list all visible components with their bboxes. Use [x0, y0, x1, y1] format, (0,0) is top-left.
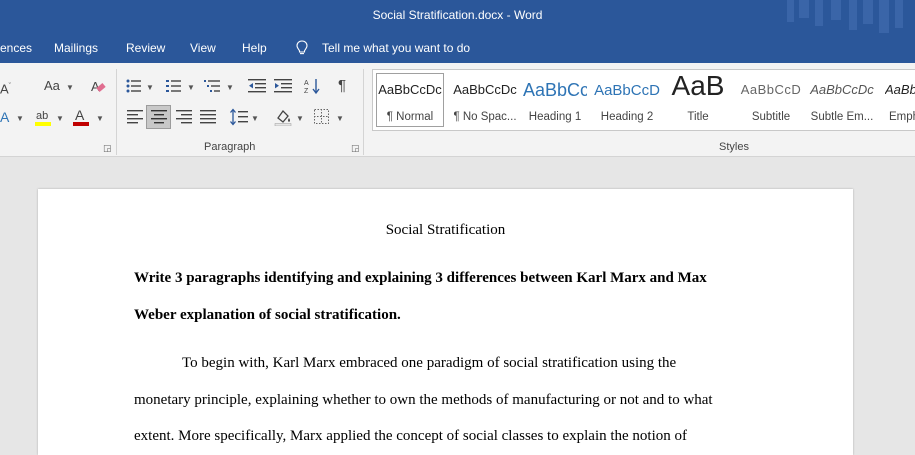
chevron-down-icon[interactable]: ▼ — [336, 114, 344, 123]
style-name: Emph — [889, 111, 915, 123]
paragraph-group-label: Paragraph — [204, 141, 256, 153]
bullets-icon[interactable] — [126, 79, 142, 93]
sort-icon[interactable]: A Z — [304, 77, 322, 95]
numbering-icon[interactable] — [166, 79, 182, 93]
shading-icon[interactable] — [274, 108, 292, 126]
svg-text:ab: ab — [36, 110, 48, 122]
style-title[interactable]: AaB Title — [665, 70, 731, 130]
style-heading-1[interactable]: AaBbCc Heading 1 — [523, 70, 587, 130]
chevron-down-icon[interactable]: ▼ — [56, 114, 64, 123]
lightbulb-icon — [296, 40, 308, 55]
change-case-button[interactable]: Aa — [44, 79, 60, 93]
document-title: Social Stratification — [385, 222, 506, 238]
justify-icon[interactable] — [200, 110, 216, 124]
borders-icon[interactable] — [314, 109, 329, 124]
style-name: ¶ Normal — [386, 111, 434, 123]
style-sample: AaB — [671, 70, 725, 101]
style-name: Heading 2 — [600, 111, 654, 123]
title-bar-decoration — [787, 0, 903, 33]
document-area: Social Stratification Write 3 paragraphs… — [0, 158, 915, 455]
styles-group-label: Styles — [719, 141, 749, 153]
style-name: ¶ No Spac... — [453, 111, 517, 123]
chevron-down-icon[interactable]: ▼ — [226, 83, 234, 92]
shrink-font-icon[interactable]: Aˇ — [0, 80, 11, 96]
body-line: To begin with, Karl Marx embraced one pa… — [182, 355, 677, 371]
tab-mailings[interactable]: Mailings — [54, 41, 98, 55]
align-right-icon[interactable] — [176, 110, 192, 124]
style-sample: AaBbCcD — [740, 82, 802, 97]
svg-text:A: A — [304, 80, 309, 87]
body-line: monetary principle, explaining whether t… — [134, 392, 713, 408]
style-name: Title — [687, 111, 709, 123]
style-no-spacing[interactable]: AaBbCcDc ¶ No Spac... — [449, 70, 521, 130]
show-formatting-marks-icon[interactable]: ¶ — [338, 78, 346, 93]
svg-text:Z: Z — [304, 88, 309, 95]
align-left-icon[interactable] — [127, 110, 143, 124]
tab-help[interactable]: Help — [242, 41, 267, 55]
document-page[interactable]: Social Stratification Write 3 paragraphs… — [38, 189, 853, 455]
increase-indent-icon[interactable] — [274, 79, 292, 93]
tab-review[interactable]: Review — [126, 41, 165, 55]
tab-view[interactable]: View — [190, 41, 216, 55]
chevron-down-icon[interactable]: ▼ — [251, 114, 259, 123]
text-effects-icon[interactable]: A — [0, 110, 9, 124]
style-emphasis[interactable]: AaBb Emph — [881, 70, 915, 130]
chevron-down-icon[interactable]: ▼ — [16, 114, 24, 123]
tell-me-search[interactable]: Tell me what you want to do — [322, 41, 470, 55]
ribbon: Aˇ Aa ▼ A A ▼ ab ▼ A ▼ ◲ ▼ ▼ ▼ A Z ¶ ▼ ▼… — [0, 63, 915, 157]
prompt-line: Write 3 paragraphs identifying and expla… — [134, 270, 707, 286]
style-heading-2[interactable]: AaBbCcD Heading 2 — [593, 70, 661, 130]
decrease-indent-icon[interactable] — [248, 79, 266, 93]
tab-references[interactable]: ences — [0, 41, 32, 55]
style-name: Heading 1 — [528, 111, 582, 123]
style-sample: AaBbCcDc — [453, 82, 517, 97]
style-name: Subtitle — [751, 111, 791, 123]
clear-formatting-icon[interactable]: A — [90, 78, 106, 94]
style-sample: AaBb — [885, 82, 915, 97]
body-line: extent. More specifically, Marx applied … — [134, 428, 688, 444]
style-sample: AaBbCcDc — [378, 82, 442, 97]
style-subtitle[interactable]: AaBbCcD Subtitle — [737, 70, 805, 130]
title-bar: Social Stratification.docx - Word — [0, 0, 915, 33]
chevron-down-icon[interactable]: ▼ — [96, 114, 104, 123]
style-sample: AaBbCc — [523, 80, 587, 100]
font-dialog-launcher-icon[interactable]: ◲ — [103, 143, 112, 154]
style-name: Subtle Em... — [810, 111, 874, 123]
style-subtle-emphasis[interactable]: AaBbCcDc Subtle Em... — [809, 70, 875, 130]
chevron-down-icon[interactable]: ▼ — [187, 83, 195, 92]
window-title: Social Stratification.docx - Word — [372, 8, 543, 22]
align-center-icon — [151, 110, 167, 124]
chevron-down-icon[interactable]: ▼ — [66, 83, 74, 92]
svg-text:A: A — [75, 107, 85, 123]
style-normal[interactable]: AaBbCcDc ¶ Normal — [373, 70, 447, 130]
line-spacing-icon[interactable] — [230, 108, 248, 126]
chevron-down-icon[interactable]: ▼ — [146, 83, 154, 92]
style-sample: AaBbCcD — [594, 82, 660, 99]
group-divider — [363, 69, 364, 155]
chevron-down-icon[interactable]: ▼ — [296, 114, 304, 123]
ribbon-tabs: ences Mailings Review View Help Tell me … — [0, 33, 915, 63]
group-divider — [116, 69, 117, 155]
styles-gallery: AaBbCcDc ¶ Normal AaBbCcDc ¶ No Spac... … — [372, 69, 915, 131]
font-color-icon[interactable]: A — [72, 107, 90, 127]
prompt-line: Weber explanation of social stratificati… — [134, 307, 401, 323]
paragraph-dialog-launcher-icon[interactable]: ◲ — [351, 143, 360, 154]
highlight-color-icon[interactable]: ab — [34, 107, 52, 127]
style-sample: AaBbCcDc — [810, 82, 874, 97]
align-center-button[interactable] — [146, 105, 171, 129]
multilevel-list-icon[interactable] — [204, 79, 222, 93]
